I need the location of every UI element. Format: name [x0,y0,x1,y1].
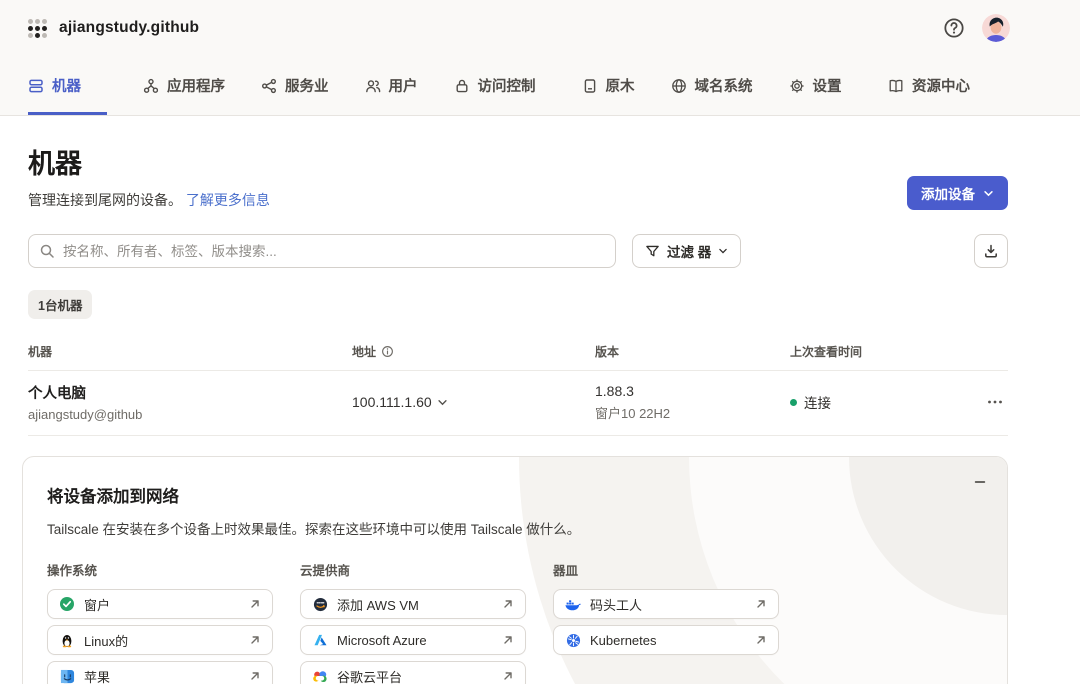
google-cloud-icon [312,668,328,684]
chevron-down-icon [718,246,728,256]
machines-table: 机器 地址 版本 上次查看时间 个人电脑 ajiangstudy@github … [28,343,1008,436]
cloud-column: 云提供商 添加 AWS VM Microsoft Azure [300,560,526,684]
arrow-ne-icon [502,598,514,610]
learn-more-link[interactable]: 了解更多信息 [186,192,270,208]
tab-dns[interactable]: 域名系统 [671,56,753,115]
tab-resource-center[interactable]: 资源中心 [888,56,970,115]
azure-icon [312,632,328,648]
chevron-down-icon [983,188,994,199]
add-docker-button[interactable]: 码头工人 [553,589,779,619]
tab-machines[interactable]: 机器 [28,56,107,115]
add-azure-button[interactable]: Microsoft Azure [300,625,526,655]
add-device-button[interactable]: 添加设备 [907,176,1008,210]
tab-users[interactable]: 用户 [365,56,418,115]
help-button[interactable] [942,16,966,40]
kubernetes-icon [565,632,581,648]
apple-icon [59,668,75,684]
page-title: 机器 [28,142,270,181]
connected-dot-icon [790,399,797,406]
funnel-icon [645,244,660,259]
services-icon [261,78,277,94]
users-icon [365,78,381,94]
add-google-cloud-button[interactable]: 谷歌云平台 [300,661,526,684]
tab-services[interactable]: 服务业 [261,56,329,115]
col-header-version: 版本 [595,343,790,360]
arrow-ne-icon [249,634,261,646]
question-icon [943,17,965,39]
card-title: 将设备添加到网络 [47,483,983,507]
col-header-address: 地址 [352,343,595,360]
machines-page: 机器 管理连接到尾网的设备。 了解更多信息 添加设备 过滤 器 1台机器 机器 [0,116,1080,436]
tab-access-controls[interactable]: 访问控制 [454,56,536,115]
tab-apps[interactable]: 应用程序 [143,56,225,115]
add-devices-card: 将设备添加到网络 Tailscale 在安装在多个设备上时效果最佳。探索在这些环… [22,456,1008,684]
card-subtitle: Tailscale 在安装在多个设备上时效果最佳。探索在这些环境中可以使用 Ta… [47,518,983,538]
machine-row: 个人电脑 ajiangstudy@github 100.111.1.60 1.8… [28,371,1008,436]
topbar: ajiangstudy.github [0,0,1080,56]
machine-os: 窗户10 22H2 [595,403,790,422]
machines-icon [28,78,44,94]
filter-button[interactable]: 过滤 器 [632,234,741,268]
machine-owner: ajiangstudy@github [28,407,352,422]
col-header-machine: 机器 [28,343,352,360]
machine-address-dropdown[interactable]: 100.111.1.60 [352,394,448,410]
user-avatar[interactable] [982,14,1010,42]
machines-toolbar: 过滤 器 [28,234,1008,268]
apps-icon [143,78,159,94]
machine-version: 1.88.3 [595,383,790,399]
containers-column: 器皿 码头工人 Kubernetes [553,560,779,684]
linux-icon [59,632,75,648]
minus-icon [973,475,987,489]
primary-nav: 机器 应用程序 服务业 用户 访问控制 原木 域名系统 设置 资源中心 [0,56,1080,116]
machine-count-badge: 1台机器 [28,290,92,319]
chevron-down-icon [437,397,448,408]
logs-icon [582,78,598,94]
add-apple-button[interactable]: 苹果 [47,661,273,684]
collapse-card-button[interactable] [969,471,991,493]
add-linux-button[interactable]: Linux的 [47,625,273,655]
machine-row-menu-button[interactable] [986,393,1008,411]
download-icon [983,243,999,259]
arrow-ne-icon [755,598,767,610]
open-book-icon [888,78,904,94]
search-icon [39,243,55,259]
add-kubernetes-button[interactable]: Kubernetes [553,625,779,655]
windows-icon [59,596,75,612]
col-header-last-seen: 上次查看时间 [790,343,968,360]
lock-icon [454,78,470,94]
machine-status: 连接 [790,392,968,412]
page-subtitle: 管理连接到尾网的设备。 了解更多信息 [28,190,270,210]
gear-icon [789,78,805,94]
machine-name[interactable]: 个人电脑 [28,382,352,403]
aws-icon [312,596,328,612]
arrow-ne-icon [502,634,514,646]
arrow-ne-icon [249,670,261,682]
tab-logs[interactable]: 原木 [582,56,635,115]
os-column: 操作系统 窗户 Linux的 [47,560,273,684]
arrow-ne-icon [755,634,767,646]
download-machines-button[interactable] [974,234,1008,268]
tab-settings[interactable]: 设置 [789,56,842,115]
search-input[interactable] [28,234,616,268]
globe-icon [671,78,687,94]
arrow-ne-icon [502,670,514,682]
tailscale-logo-icon [28,19,47,38]
add-aws-vm-button[interactable]: 添加 AWS VM [300,589,526,619]
docker-icon [565,596,581,612]
ellipsis-icon [986,393,1004,411]
info-icon[interactable] [381,345,394,358]
org-name: ajiangstudy.github [59,19,199,37]
add-windows-button[interactable]: 窗户 [47,589,273,619]
arrow-ne-icon [249,598,261,610]
